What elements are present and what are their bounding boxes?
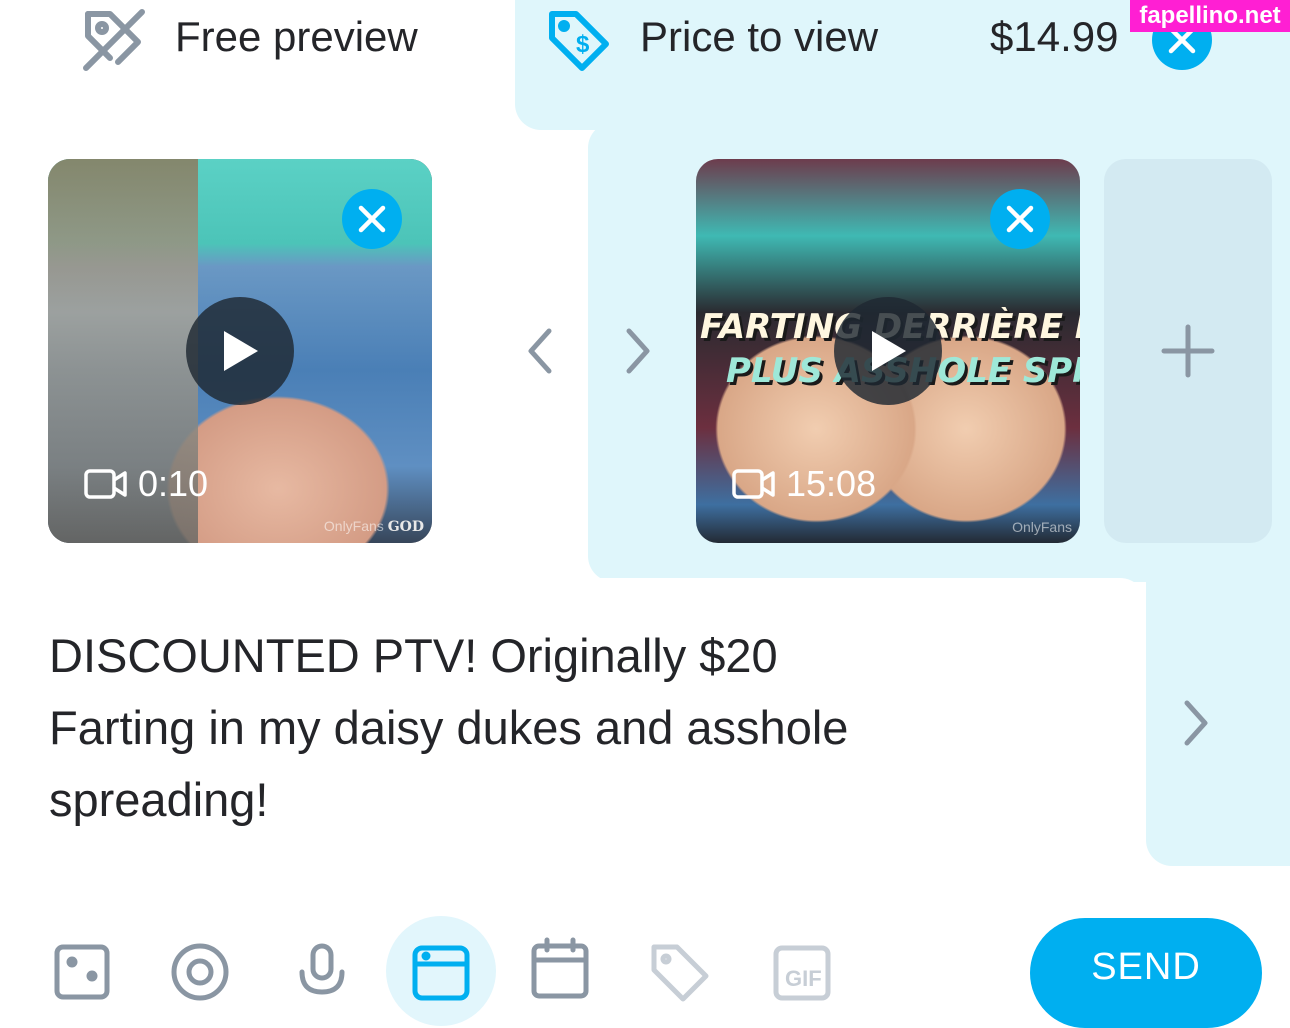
play-icon [872,331,906,371]
play-button[interactable] [834,297,942,405]
tag-off-icon[interactable] [80,6,148,72]
gif-icon[interactable]: GIF [770,940,834,1004]
tab-price-to-view[interactable]: Price to view [640,16,878,58]
site-watermark-badge: fapellino.net [1130,0,1290,32]
video-camera-icon [84,469,127,499]
remove-ptv-media-button[interactable] [990,189,1050,249]
tab-free-preview[interactable]: Free preview [175,16,418,58]
plus-icon [1161,324,1215,378]
duration-text: 0:10 [138,463,209,504]
message-input[interactable]: DISCOUNTED PTV! Originally $20 Farting i… [49,620,1049,836]
close-icon [358,205,386,233]
price-value[interactable]: $14.99 [990,16,1118,58]
price-tag-icon[interactable]: $ [546,8,612,72]
media-vault-icon[interactable] [409,940,473,1004]
microphone-icon[interactable] [290,940,354,1004]
message-line: Farting in my daisy dukes and asshole [49,701,849,754]
add-media-button[interactable] [1104,159,1272,543]
previous-media-button[interactable] [512,323,568,379]
duration-text: 15:08 [786,463,877,504]
image-icon[interactable] [50,940,114,1004]
price-tag-icon[interactable] [648,940,712,1004]
play-icon [224,331,258,371]
vault-icon[interactable] [168,940,232,1004]
video-duration: 15:08 [732,463,876,505]
next-media-button[interactable] [610,323,666,379]
calendar-icon[interactable] [528,936,592,1000]
message-line: spreading! [49,773,269,826]
close-icon [1006,205,1034,233]
chevron-right-icon [626,328,650,374]
send-button[interactable]: SEND [1030,918,1262,1028]
chevron-left-icon [528,328,552,374]
chevron-right-icon [1184,700,1208,746]
message-line: DISCOUNTED PTV! Originally $20 [49,629,778,682]
svg-text:GIF: GIF [785,966,822,991]
svg-text:$: $ [576,31,590,58]
video-camera-icon [732,469,775,499]
video-duration: 0:10 [84,463,208,505]
watermark: OnlyFans [1012,519,1072,535]
expand-message-button[interactable] [1168,695,1224,751]
remove-free-media-button[interactable] [342,189,402,249]
play-button[interactable] [186,297,294,405]
watermark: OnlyFans GOD [323,518,424,535]
